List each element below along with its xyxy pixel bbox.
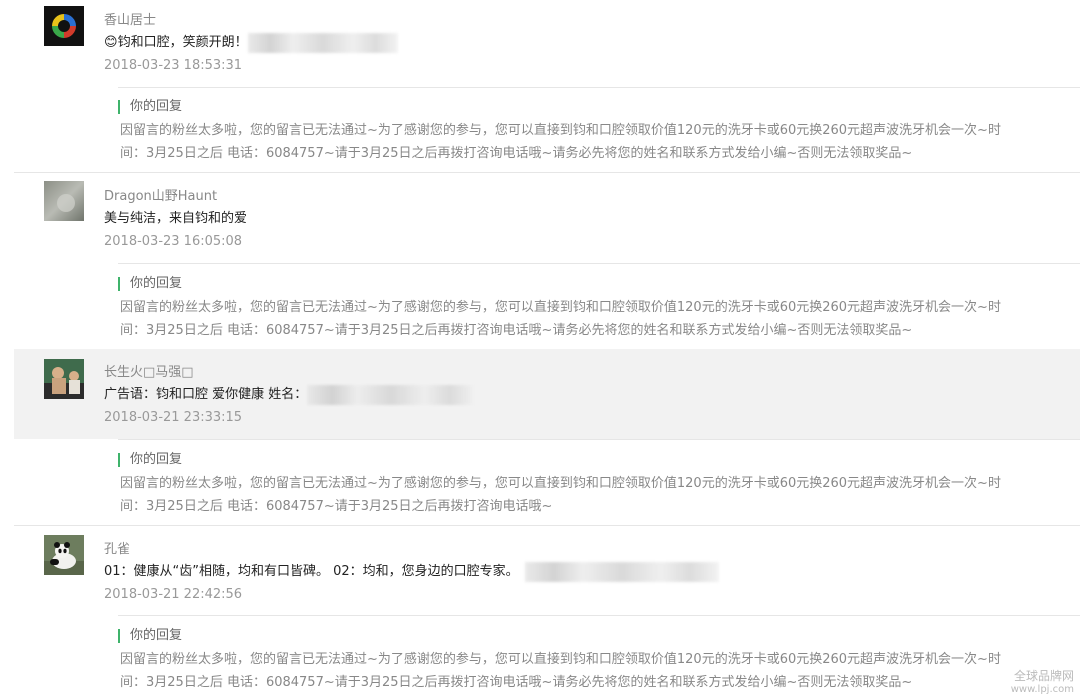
comment-item: 孔雀 01：健康从“齿”相随，均和有口皆碑。 02：均和，您身边的口腔专家。 2…	[14, 526, 1080, 616]
comment-text: 钧和口腔，笑颜开朗！	[117, 35, 248, 50]
comment-content: 美与纯洁，来自钧和的爱	[104, 211, 248, 226]
comment-time: 2018-03-23 18:53:31	[104, 58, 243, 73]
reply-text: 因留言的粉丝太多啦，您的留言已无法通过~为了感谢您的参与，您可以直接到钧和口腔领…	[120, 476, 1001, 514]
divider	[118, 263, 1080, 264]
comment-time: 2018-03-21 22:42:56	[104, 587, 243, 602]
comment-time: 2018-03-23 16:05:08	[104, 234, 243, 249]
reply-label: 你的回复	[118, 100, 1048, 114]
comment-content: 😊钧和口腔，笑颜开朗！	[104, 31, 398, 53]
reply-label: 你的回复	[118, 629, 1048, 643]
reply-label: 你的回复	[118, 453, 1048, 467]
reply-block: 你的回复 因留言的粉丝太多啦，您的留言已无法通过~为了感谢您的参与，您可以直接到…	[118, 629, 1048, 694]
nickname: Dragon山野Haunt	[104, 189, 218, 204]
smile-emoji-icon: 😊	[104, 35, 118, 50]
comment-content: 广告语：钧和口腔 爱你健康 姓名：	[104, 383, 476, 405]
reply-block: 你的回复 因留言的粉丝太多啦，您的留言已无法通过~为了感谢您的参与，您可以直接到…	[118, 453, 1048, 518]
reply-text: 因留言的粉丝太多啦，您的留言已无法通过~为了感谢您的参与，您可以直接到钧和口腔领…	[120, 123, 1001, 161]
watermark-title: 全球品牌网	[1013, 669, 1074, 683]
reply-text: 因留言的粉丝太多啦，您的留言已无法通过~为了感谢您的参与，您可以直接到钧和口腔领…	[120, 300, 1001, 338]
reply-block: 你的回复 因留言的粉丝太多啦，您的留言已无法通过~为了感谢您的参与，您可以直接到…	[118, 100, 1048, 165]
reply-label: 你的回复	[118, 277, 1048, 291]
avatar[interactable]	[44, 359, 84, 399]
reply-block: 你的回复 因留言的粉丝太多啦，您的留言已无法通过~为了感谢您的参与，您可以直接到…	[118, 277, 1048, 342]
redacted-blur	[524, 561, 719, 582]
nickname: 香山居士	[104, 13, 157, 28]
redacted-blur	[247, 32, 398, 53]
avatar[interactable]	[44, 535, 84, 575]
avatar-photo-icon	[44, 359, 84, 399]
reply-text: 因留言的粉丝太多啦，您的留言已无法通过~为了感谢您的参与，您可以直接到钧和口腔领…	[120, 652, 1001, 690]
redacted-blur	[307, 384, 476, 405]
divider	[118, 439, 1080, 440]
comment-text: 广告语：钧和口腔 爱你健康 姓名：	[104, 387, 308, 402]
watermark-url: www.lpj.com	[1010, 684, 1074, 695]
nickname: 长生火□马强□	[104, 365, 194, 380]
comment-item: Dragon山野Haunt 美与纯洁，来自钧和的爱 2018-03-23 16:…	[14, 173, 1080, 263]
avatar-photo-icon	[44, 181, 84, 221]
avatar-logo-icon	[44, 6, 84, 46]
comment-item-highlighted: 长生火□马强□ 广告语：钧和口腔 爱你健康 姓名： 2018-03-21 23:…	[14, 349, 1080, 439]
avatar[interactable]	[44, 181, 84, 221]
comment-time: 2018-03-21 23:33:15	[104, 410, 243, 425]
site-watermark: 全球品牌网 www.lpj.com	[1011, 670, 1074, 696]
comment-text: 01：健康从“齿”相随，均和有口皆碑。 02：均和，您身边的口腔专家。	[104, 564, 519, 579]
divider	[118, 87, 1080, 88]
avatar-panda-icon	[44, 535, 84, 575]
avatar[interactable]	[44, 6, 84, 46]
comment-content: 01：健康从“齿”相随，均和有口皆碑。 02：均和，您身边的口腔专家。	[104, 560, 719, 582]
divider	[118, 615, 1080, 616]
nickname: 孔雀	[104, 542, 131, 557]
